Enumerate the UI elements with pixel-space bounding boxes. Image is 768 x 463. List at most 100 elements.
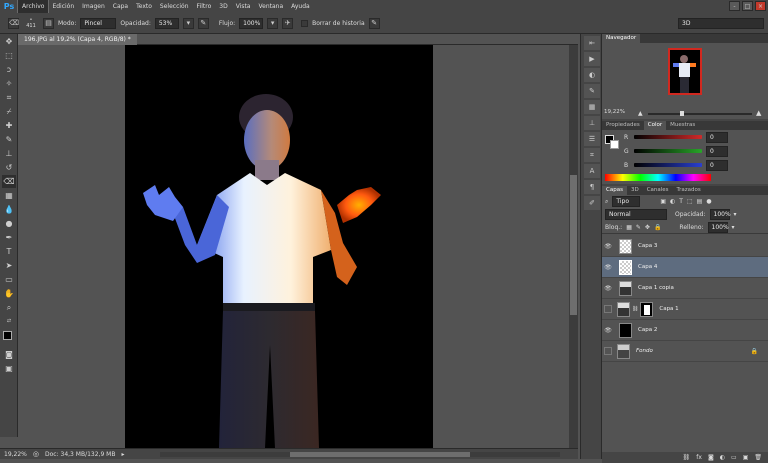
foreground-color-swatch[interactable] <box>3 331 12 340</box>
screen-mode-icon[interactable]: ▣ <box>2 362 16 375</box>
brush-presets-icon[interactable]: ▦ <box>584 100 600 114</box>
lock-position-icon[interactable]: ✥ <box>645 224 650 231</box>
fx-icon[interactable]: fx <box>696 454 702 461</box>
layer-row[interactable]: 👁 Capa 1 copia <box>602 278 768 299</box>
lasso-tool-icon[interactable]: ↄ <box>2 63 16 76</box>
layer-name[interactable]: Capa 1 <box>659 306 678 312</box>
layer-row[interactable]: ⛓ Capa 1 <box>602 299 768 320</box>
filter-smart-object-icon[interactable]: ▤ <box>697 198 703 205</box>
horizontal-scroll-thumb[interactable] <box>290 452 470 457</box>
tab-canales[interactable]: Canales <box>643 186 673 195</box>
maximize-button[interactable]: □ <box>742 1 753 11</box>
zoom-out-icon[interactable]: ▲ <box>638 110 643 117</box>
adjustments-panel-icon[interactable]: ◐ <box>584 68 600 82</box>
layer-opacity-dropdown-icon[interactable]: ▾ <box>734 211 737 218</box>
visibility-eye-icon[interactable]: 👁 <box>602 327 614 334</box>
zoom-in-icon[interactable]: ▲ <box>756 109 761 117</box>
erase-history-checkbox[interactable] <box>301 19 309 27</box>
menu-item-3d[interactable]: 3D <box>215 0 231 13</box>
brush-preset-picker[interactable]: • 411 <box>23 17 39 29</box>
layer-row[interactable]: 👁 Capa 4 <box>602 257 768 278</box>
image-canvas[interactable] <box>125 45 433 448</box>
visibility-toggle-off[interactable] <box>604 305 612 313</box>
flow-dropdown-icon[interactable]: ▾ <box>267 17 279 29</box>
brush-panel-icon[interactable]: ✎ <box>584 84 600 98</box>
filter-pixel-icon[interactable]: ▣ <box>660 198 666 205</box>
properties-panel-icon[interactable]: ☰ <box>584 132 600 146</box>
status-info-icon[interactable]: ◎ <box>33 450 39 458</box>
blend-mode-select[interactable]: Normal <box>605 209 667 220</box>
hand-tool-icon[interactable]: ✋ <box>2 287 16 300</box>
quick-select-tool-icon[interactable]: ✧ <box>2 77 16 90</box>
channel-b-value[interactable]: 0 <box>706 160 728 171</box>
clone-stamp-tool-icon[interactable]: ⊥ <box>2 147 16 160</box>
minimize-button[interactable]: - <box>729 1 740 11</box>
crop-tool-icon[interactable]: ⌗ <box>2 91 16 104</box>
tab-trazados[interactable]: Trazados <box>673 186 705 195</box>
channel-b-slider[interactable] <box>634 163 702 167</box>
visibility-eye-icon[interactable]: 👁 <box>602 264 614 271</box>
filter-adjustment-icon[interactable]: ◐ <box>670 198 675 205</box>
layer-filter-kind[interactable]: Tipo <box>612 196 641 207</box>
menu-item-vista[interactable]: Vista <box>232 0 255 13</box>
lock-pixels-icon[interactable]: ✎ <box>636 224 641 231</box>
channel-g-slider[interactable] <box>634 149 702 153</box>
color-background-swatch[interactable] <box>610 140 619 149</box>
menu-item-ayuda[interactable]: Ayuda <box>287 0 314 13</box>
notes-panel-icon[interactable]: ✐ <box>584 196 600 210</box>
layer-mask-thumbnail[interactable] <box>640 301 654 317</box>
visibility-eye-icon[interactable]: 👁 <box>602 285 614 292</box>
opacity-dropdown-icon[interactable]: ▾ <box>182 17 194 29</box>
gradient-tool-icon[interactable]: ▦ <box>2 189 16 202</box>
close-button[interactable]: × <box>755 1 766 11</box>
menu-item-imagen[interactable]: Imagen <box>78 0 109 13</box>
layer-row[interactable]: 👁 Capa 2 <box>602 320 768 341</box>
layer-opacity-input[interactable]: 100% <box>709 209 731 220</box>
menu-item-seleccion[interactable]: Selección <box>156 0 193 13</box>
filter-type-icon[interactable]: T <box>679 198 683 205</box>
channel-r-slider[interactable] <box>634 135 702 139</box>
layer-name[interactable]: Fondo <box>636 348 653 354</box>
mask-link-icon[interactable]: ⛓ <box>632 306 638 312</box>
menu-item-filtro[interactable]: Filtro <box>193 0 216 13</box>
horizontal-scrollbar[interactable] <box>160 452 560 457</box>
opacity-input[interactable]: 53% <box>154 17 179 29</box>
navigator-zoom-value[interactable]: 19,22% <box>604 109 625 115</box>
dodge-tool-icon[interactable]: ● <box>2 217 16 230</box>
tab-color[interactable]: Color <box>643 121 667 130</box>
pressure-size-icon[interactable]: ✎ <box>368 17 380 29</box>
channel-g-value[interactable]: 0 <box>706 146 728 157</box>
navigator-thumbnail[interactable] <box>668 48 702 95</box>
vertical-scroll-thumb[interactable] <box>570 175 577 315</box>
move-tool-icon[interactable]: ✥ <box>2 35 16 48</box>
character-panel-icon[interactable]: A <box>584 164 600 178</box>
flow-input[interactable]: 100% <box>239 17 264 29</box>
new-group-icon[interactable]: ▭ <box>731 454 737 461</box>
tab-capas[interactable]: Capas <box>602 186 627 195</box>
navigator-zoom-slider[interactable] <box>648 113 752 115</box>
navigator-zoom-handle[interactable] <box>680 111 684 116</box>
menu-item-archivo[interactable]: Archivo <box>16 0 50 14</box>
menu-item-ventana[interactable]: Ventana <box>254 0 287 13</box>
airbrush-icon[interactable]: ✈ <box>282 17 294 29</box>
lock-transparency-icon[interactable]: ▦ <box>626 224 632 231</box>
canvas-area[interactable] <box>18 45 569 448</box>
fill-dropdown-icon[interactable]: ▾ <box>732 224 735 231</box>
vertical-scrollbar[interactable] <box>569 45 578 448</box>
brush-panel-icon[interactable]: ▤ <box>43 17 54 29</box>
paragraph-panel-icon[interactable]: ¶ <box>584 180 600 194</box>
shape-tool-icon[interactable]: ▭ <box>2 273 16 286</box>
path-select-tool-icon[interactable]: ➤ <box>2 259 16 272</box>
status-menu-arrow-icon[interactable]: ▸ <box>121 451 124 458</box>
pen-tool-icon[interactable]: ✒ <box>2 231 16 244</box>
layer-row[interactable]: 👁 Capa 3 <box>602 236 768 257</box>
eraser-tool-icon[interactable]: ⌫ <box>8 17 19 29</box>
brush-tool-icon[interactable]: ✎ <box>2 133 16 146</box>
menu-item-edicion[interactable]: Edición <box>48 0 78 13</box>
layer-name[interactable]: Capa 3 <box>638 243 657 249</box>
color-swatches[interactable] <box>0 329 18 347</box>
document-tab[interactable]: 196.JPG al 19,2% (Capa 4, RGB/8) * <box>18 34 137 45</box>
layer-name[interactable]: Capa 2 <box>638 327 657 333</box>
history-panel-icon[interactable]: ⇤ <box>584 36 600 50</box>
blur-tool-icon[interactable]: 💧 <box>2 203 16 216</box>
